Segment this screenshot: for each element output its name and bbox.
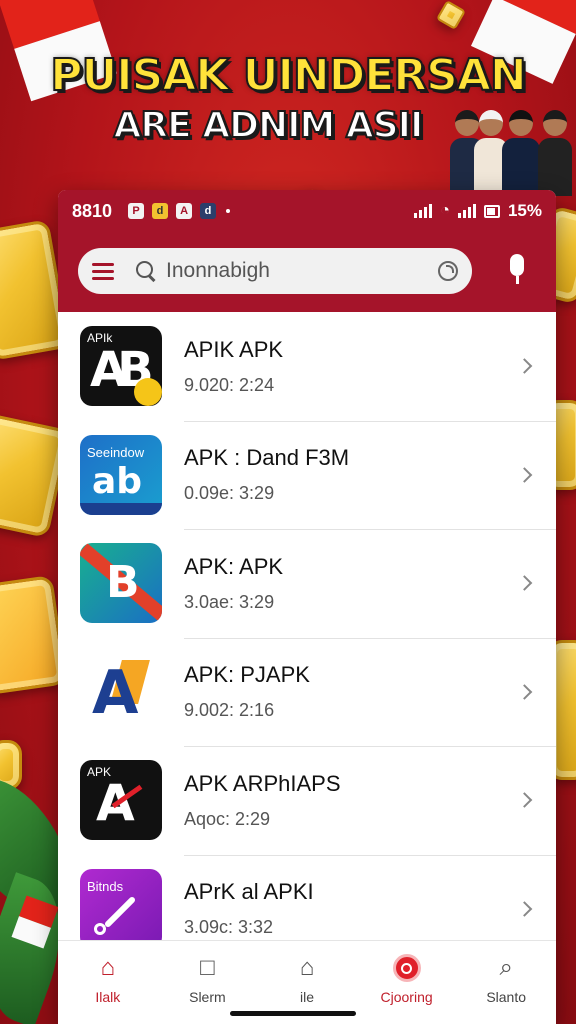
search-bar[interactable] — [78, 248, 472, 294]
app-icon: APK A — [80, 760, 162, 841]
banner-title-line2: ARE ADNIM ASII — [113, 104, 425, 147]
app-meta: 9.002: 2:16 — [184, 700, 275, 721]
chevron-right-icon — [516, 792, 533, 809]
list-item[interactable]: A APK: PJAPK 9.002: 2:16 — [58, 637, 556, 747]
banner-title: PUISAK UINDERSAN ARE ADNIM ASII — [0, 49, 576, 147]
battery-icon — [483, 204, 500, 218]
tool-handle-icon — [94, 922, 106, 935]
app-meta: 3.0ae: 3:29 — [184, 591, 275, 612]
app-title: APK ARPhIAPS — [184, 770, 341, 796]
nav-label: Ilalk — [95, 989, 121, 1005]
notification-dot-icon — [226, 209, 231, 213]
notification-icon: d — [152, 203, 169, 219]
app-icon: APIk AB — [80, 326, 162, 407]
nav-item-slanto[interactable]: ⌕ Slanto — [456, 941, 556, 1024]
folder-icon: □ — [200, 954, 215, 981]
nav-item-cjooring[interactable]: Cjooring — [357, 941, 457, 1024]
chevron-right-icon — [516, 466, 533, 483]
app-list: APIk AB APIK APK 9.020: 2:24 Seeindow ab… — [58, 312, 556, 963]
notification-icon: d — [200, 203, 217, 219]
app-meta: 0.09e: 3:29 — [184, 483, 275, 504]
lens-icon[interactable] — [438, 261, 458, 281]
chevron-right-icon — [516, 575, 533, 592]
signal-icon — [414, 204, 433, 218]
nav-label: ile — [299, 989, 314, 1005]
status-time: 8810 — [72, 200, 113, 221]
app-icon-small-text: Seeindow — [87, 444, 145, 460]
app-icon: B — [80, 543, 162, 624]
nav-label: Slanto — [486, 989, 527, 1005]
tool-icon — [103, 895, 137, 929]
nav-item-ilalk[interactable]: ⌂ Ilalk — [58, 941, 158, 1024]
app-icon: Bitnds — [80, 868, 162, 949]
list-item[interactable]: Seeindow ab APK : Dand F3M 0.09e: 3:29 — [58, 420, 556, 530]
app-title: APK : Dand F3M — [184, 445, 350, 471]
app-title: APK: PJAPK — [184, 662, 310, 688]
app-meta: 3.09c: 3:32 — [184, 917, 274, 938]
microphone-icon[interactable] — [506, 254, 528, 288]
app-icon-letters: B — [106, 557, 140, 609]
app-icon: Seeindow ab — [80, 434, 162, 515]
chevron-right-icon — [516, 683, 533, 700]
app-icon-letters: ab — [92, 460, 143, 502]
list-item[interactable]: APIk AB APIK APK 9.020: 2:24 — [58, 312, 556, 421]
notification-icons: P d A d — [128, 203, 217, 219]
chevron-right-icon — [516, 358, 533, 375]
app-title: APIK APK — [184, 336, 284, 362]
battery-percent: 15% — [507, 201, 542, 220]
nav-label: Slerm — [189, 989, 226, 1005]
home-red-icon: ⌂ — [100, 954, 116, 981]
app-meta: 9.020: 2:24 — [184, 374, 275, 395]
app-title: APrK al APKI — [184, 879, 314, 905]
status-bar: 8810 P d A d ◔ 15% — [58, 190, 556, 232]
app-title: APK: APK — [184, 553, 284, 579]
list-item[interactable]: APK A APK ARPhIAPS Aqoc: 2:29 — [58, 746, 556, 855]
phone-screen: 8810 P d A d ◔ 15% Inonnabigh APIk AB AP… — [58, 190, 556, 1024]
app-icon: A — [80, 651, 162, 732]
signal-icon — [457, 204, 476, 218]
app-meta: Aqoc: 2:29 — [184, 808, 271, 829]
nav-label: Cjooring — [380, 989, 433, 1005]
chevron-right-icon — [516, 900, 533, 917]
search-input[interactable] — [166, 259, 426, 283]
app-icon-letters: A — [92, 657, 139, 728]
badge-dot — [134, 378, 162, 407]
search-icon — [136, 261, 156, 281]
notification-icon: P — [128, 203, 145, 219]
home-indicator[interactable] — [230, 1011, 356, 1016]
wifi-icon: ◔ — [440, 202, 450, 219]
house-icon: ⌂ — [299, 954, 315, 981]
status-right: ◔ 15% — [414, 201, 542, 221]
search-icon: ⌕ — [499, 954, 513, 981]
bottom-navigation: ⌂ Ilalk □ Slerm ⌂ ile Cjooring ⌕ Slanto — [58, 940, 556, 1024]
hamburger-menu-icon[interactable] — [92, 262, 114, 280]
banner-title-line1: PUISAK UINDERSAN — [49, 49, 527, 102]
badge-stripe — [80, 502, 162, 515]
list-item[interactable]: B APK: APK 3.0ae: 3:29 — [58, 529, 556, 638]
gold-bar-decoration — [435, 0, 467, 31]
app-header: 8810 P d A d ◔ 15% — [58, 190, 556, 312]
record-icon — [392, 953, 421, 983]
notification-icon: A — [176, 203, 193, 219]
app-icon-small-text: Bitnds — [87, 878, 124, 894]
